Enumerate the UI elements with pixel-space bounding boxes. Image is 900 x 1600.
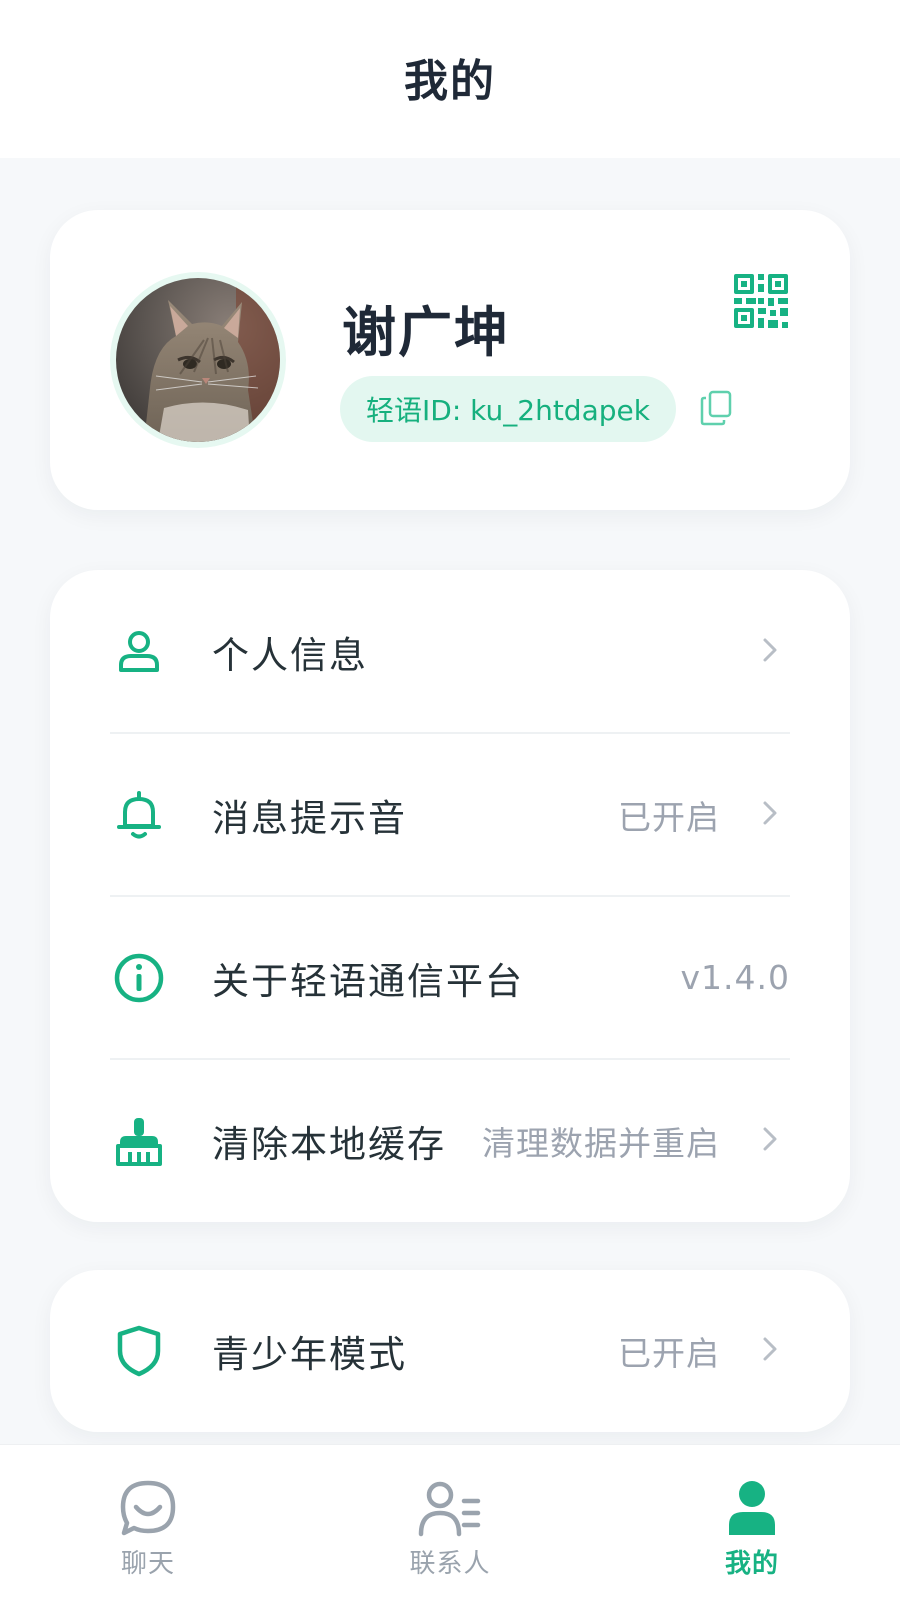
app-version: v1.4.0 bbox=[680, 958, 790, 997]
menu-item-about[interactable]: 关于轻语通信平台 v1.4.0 bbox=[50, 896, 850, 1059]
tab-label: 我的 bbox=[724, 1549, 779, 1579]
menu-item-value: 已开启 bbox=[618, 1334, 720, 1373]
page-title: 我的 bbox=[404, 56, 496, 107]
menu-item-label: 消息提示音 bbox=[212, 796, 407, 840]
avatar[interactable] bbox=[116, 278, 280, 442]
user-icon bbox=[112, 625, 166, 679]
tab-label: 聊天 bbox=[120, 1549, 175, 1579]
broom-icon bbox=[112, 1114, 166, 1168]
bell-icon bbox=[112, 788, 166, 842]
shield-icon bbox=[112, 1324, 166, 1378]
tab-contacts[interactable]: 联系人 bbox=[350, 1445, 550, 1600]
chat-icon bbox=[115, 1475, 181, 1541]
menu-item-notification-sound[interactable]: 消息提示音 已开启 bbox=[50, 733, 850, 896]
user-id-badge: 轻语ID: ku_2htdapek bbox=[340, 376, 676, 442]
youth-mode-card: 青少年模式 已开启 bbox=[50, 1270, 850, 1432]
tab-me[interactable]: 我的 bbox=[652, 1445, 852, 1600]
menu-item-label: 青少年模式 bbox=[212, 1333, 407, 1376]
bottom-tab-bar: 聊天 联系人 我的 bbox=[0, 1444, 900, 1600]
menu-item-label: 关于轻语通信平台 bbox=[212, 959, 524, 1003]
app-header: 我的 bbox=[0, 0, 900, 158]
avatar-ring bbox=[110, 272, 286, 448]
tab-chat[interactable]: 聊天 bbox=[48, 1445, 248, 1600]
copy-icon[interactable] bbox=[700, 390, 734, 430]
menu-item-value: 已开启 bbox=[618, 797, 720, 837]
chevron-right-icon bbox=[762, 1126, 778, 1156]
menu-item-clear-cache[interactable]: 清除本地缓存 清理数据并重启 bbox=[50, 1059, 850, 1222]
me-icon bbox=[719, 1475, 785, 1541]
chevron-right-icon bbox=[762, 800, 778, 830]
tab-label: 联系人 bbox=[409, 1549, 491, 1579]
chevron-right-icon bbox=[762, 637, 778, 667]
contacts-icon bbox=[417, 1475, 483, 1541]
profile-name: 谢广坤 bbox=[342, 301, 510, 364]
menu-item-label: 清除本地缓存 bbox=[212, 1122, 446, 1166]
menu-item-label: 个人信息 bbox=[212, 633, 368, 677]
info-icon bbox=[112, 951, 166, 1005]
settings-menu-card: 个人信息 消息提示音 已开启 关于轻语通信平台 v1.4.0 清除本地缓存 清理… bbox=[50, 570, 850, 1222]
menu-item-profile-info[interactable]: 个人信息 bbox=[50, 570, 850, 733]
menu-item-value: 清理数据并重启 bbox=[482, 1123, 720, 1163]
qr-code-icon[interactable] bbox=[734, 274, 788, 332]
chevron-right-icon bbox=[762, 1336, 778, 1366]
menu-item-youth-mode[interactable]: 青少年模式 已开启 bbox=[50, 1270, 850, 1432]
profile-card[interactable]: 谢广坤 轻语ID: ku_2htdapek bbox=[50, 210, 850, 510]
